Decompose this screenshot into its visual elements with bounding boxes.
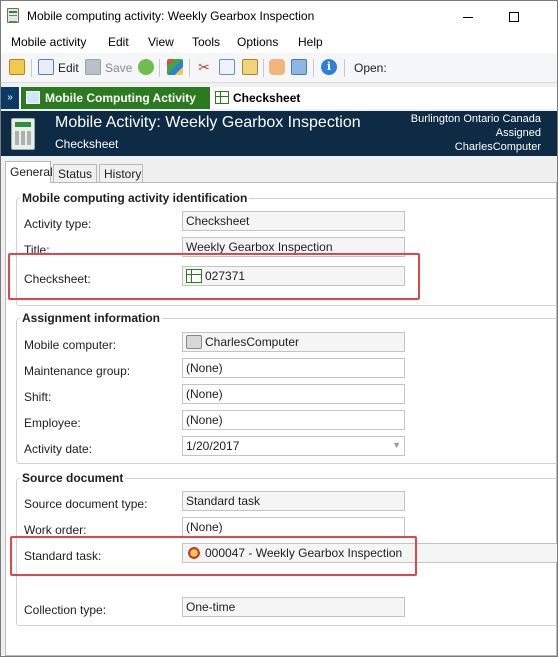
tab-general[interactable]: General [5,161,53,183]
window-title: Mobile computing activity: Weekly Gearbo… [27,9,315,23]
info-icon[interactable]: i [321,59,337,75]
cut-icon[interactable]: ✂ [196,59,212,75]
toolbar-separator [189,59,190,77]
shift-field[interactable]: (None) [182,384,405,404]
work-order-label: Work order: [24,523,87,537]
employee-label: Employee: [24,416,81,430]
maximize-icon [509,12,519,23]
activity-date-label: Activity date: [24,442,93,456]
standard-task-icon [186,546,202,560]
menu-edit[interactable]: Edit [108,35,129,49]
shift-label: Shift: [24,390,52,404]
windows-flag-icon[interactable] [167,59,183,75]
group-title: Assignment information [20,311,163,325]
copy-icon[interactable] [219,59,235,75]
activity-icon [26,91,40,104]
maximize-button[interactable] [491,1,537,31]
checksheet-field[interactable]: 027371 [182,266,405,286]
collapse-chevron-icon[interactable]: » [1,87,19,109]
header-status: Assigned [495,127,541,139]
employee-field[interactable]: (None) [182,410,405,430]
header-subtitle: Checksheet [55,137,119,151]
tab-checksheet[interactable]: Checksheet [212,87,342,109]
menu-view[interactable]: View [148,35,174,49]
mobile-computer-field[interactable]: CharlesComputer [182,332,405,352]
menu-mobile-activity[interactable]: Mobile activity [11,35,86,49]
general-panel: Mobile computing activity identification… [5,182,557,656]
source-doc-type-label: Source document type: [24,497,148,511]
activity-date-field[interactable]: 1/20/2017 ▼ [182,436,405,456]
mobile-computer-label: Mobile computer: [24,338,117,352]
group-title: Mobile computing activity identification [20,191,250,205]
activity-type-label: Activity type: [24,217,92,231]
toolbar-separator [31,59,32,77]
standard-task-value: 000047 - Weekly Gearbox Inspection [205,546,403,560]
app-window: Mobile computing activity: Weekly Gearbo… [0,0,558,657]
minimize-button[interactable] [445,1,491,31]
menu-options[interactable]: Options [237,35,278,49]
activity-type-field[interactable]: Checksheet [182,211,405,231]
maintenance-group-label: Maintenance group: [24,364,131,378]
document-tab-strip: » Mobile Computing Activity Checksheet [1,87,557,109]
toolbar-separator [263,59,264,77]
collection-type-field[interactable]: One-time [182,597,405,617]
header-location: Burlington Ontario Canada [410,113,541,125]
toolbar: Edit Save ✂ i Open: [1,53,557,83]
tab-status[interactable]: Status [53,164,97,182]
source-doc-type-field[interactable]: Standard task [182,491,405,511]
app-icon [7,8,19,23]
computer-icon [186,335,202,349]
thumbs-up-icon[interactable] [269,59,285,75]
tab-label: Checksheet [233,91,301,105]
content-tabs: General Status History [1,158,557,183]
checksheet-value: 027371 [205,269,246,283]
header-computer: CharlesComputer [454,141,541,153]
menu-tools[interactable]: Tools [192,35,220,49]
checksheet-icon [186,269,202,283]
attach-icon[interactable] [291,59,307,75]
standard-task-field[interactable]: 000047 - Weekly Gearbox Inspection [182,543,557,563]
menu-bar: Mobile activity Edit View Tools Options … [1,31,557,53]
record-header: Mobile Activity: Weekly Gearbox Inspecti… [1,111,557,156]
save-button[interactable]: Save [105,61,132,75]
activity-date-value: 1/20/2017 [186,439,240,453]
title-label: Title: [24,243,50,257]
menu-help[interactable]: Help [298,35,323,49]
toolbar-separator [344,59,345,77]
tab-history[interactable]: History [99,164,143,182]
mobile-computer-icon [11,118,35,150]
checksheet-label: Checksheet: [24,272,91,286]
toolbar-separator [159,59,160,77]
group-title: Source document [20,471,126,485]
edit-icon[interactable] [38,59,54,75]
title-bar: Mobile computing activity: Weekly Gearbo… [1,1,557,31]
chevron-down-icon[interactable]: ▼ [392,440,401,450]
paste-icon[interactable] [242,59,258,75]
collection-type-label: Collection type: [24,603,107,617]
tab-mobile-computing-activity[interactable]: Mobile Computing Activity [21,87,210,109]
open-label[interactable]: Open: [354,61,387,75]
refresh-icon[interactable] [138,59,154,75]
toolbar-separator [313,59,314,77]
work-order-field[interactable]: (None) [182,517,405,537]
tab-label: Mobile Computing Activity [45,91,196,105]
edit-button[interactable]: Edit [58,61,79,75]
save-icon[interactable] [85,59,101,75]
checksheet-icon [215,91,229,104]
header-title: Mobile Activity: Weekly Gearbox Inspecti… [55,114,361,131]
title-field[interactable]: Weekly Gearbox Inspection [182,237,405,257]
mobile-computer-value: CharlesComputer [205,335,300,349]
maintenance-group-field[interactable]: (None) [182,358,405,378]
minimize-icon [463,16,473,18]
standard-task-label: Standard task: [24,549,102,563]
new-icon[interactable] [9,59,25,75]
